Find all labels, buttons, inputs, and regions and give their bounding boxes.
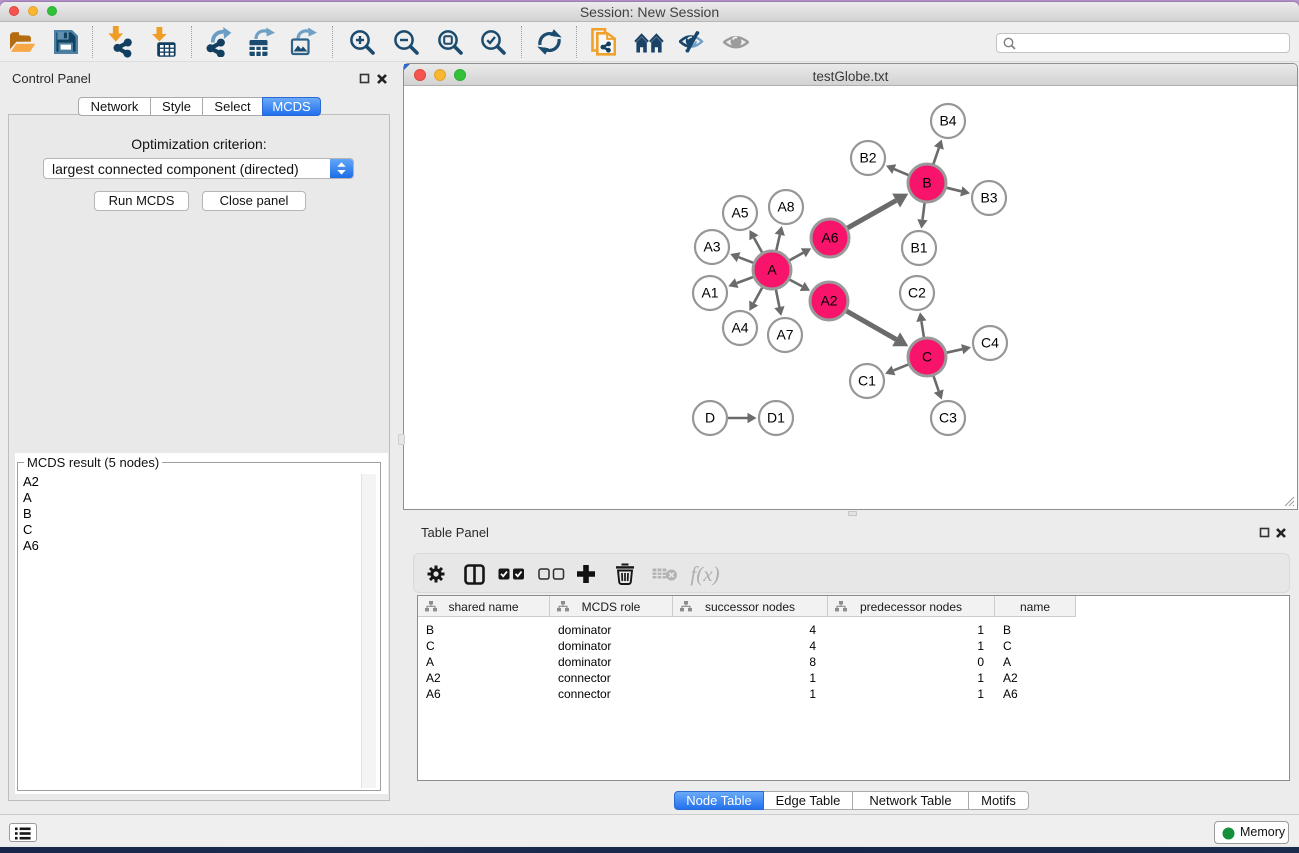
svg-text:B1: B1 [910, 240, 927, 256]
svg-text:A: A [767, 262, 777, 278]
svg-text:A6: A6 [821, 230, 838, 246]
svg-text:B2: B2 [859, 150, 876, 166]
svg-text:A3: A3 [703, 239, 720, 255]
svg-text:C4: C4 [981, 335, 999, 351]
svg-text:C1: C1 [858, 373, 876, 389]
svg-text:A2: A2 [820, 293, 837, 309]
svg-text:B: B [922, 175, 931, 191]
svg-text:A8: A8 [777, 199, 794, 215]
svg-text:A4: A4 [731, 320, 748, 336]
svg-text:C3: C3 [939, 410, 957, 426]
svg-text:C2: C2 [908, 285, 926, 301]
svg-text:B4: B4 [939, 113, 956, 129]
svg-text:B3: B3 [980, 190, 997, 206]
svg-text:A5: A5 [731, 205, 748, 221]
svg-text:D: D [705, 410, 715, 426]
svg-text:A7: A7 [776, 327, 793, 343]
svg-text:C: C [922, 349, 932, 365]
svg-text:A1: A1 [701, 285, 718, 301]
svg-text:D1: D1 [767, 410, 785, 426]
